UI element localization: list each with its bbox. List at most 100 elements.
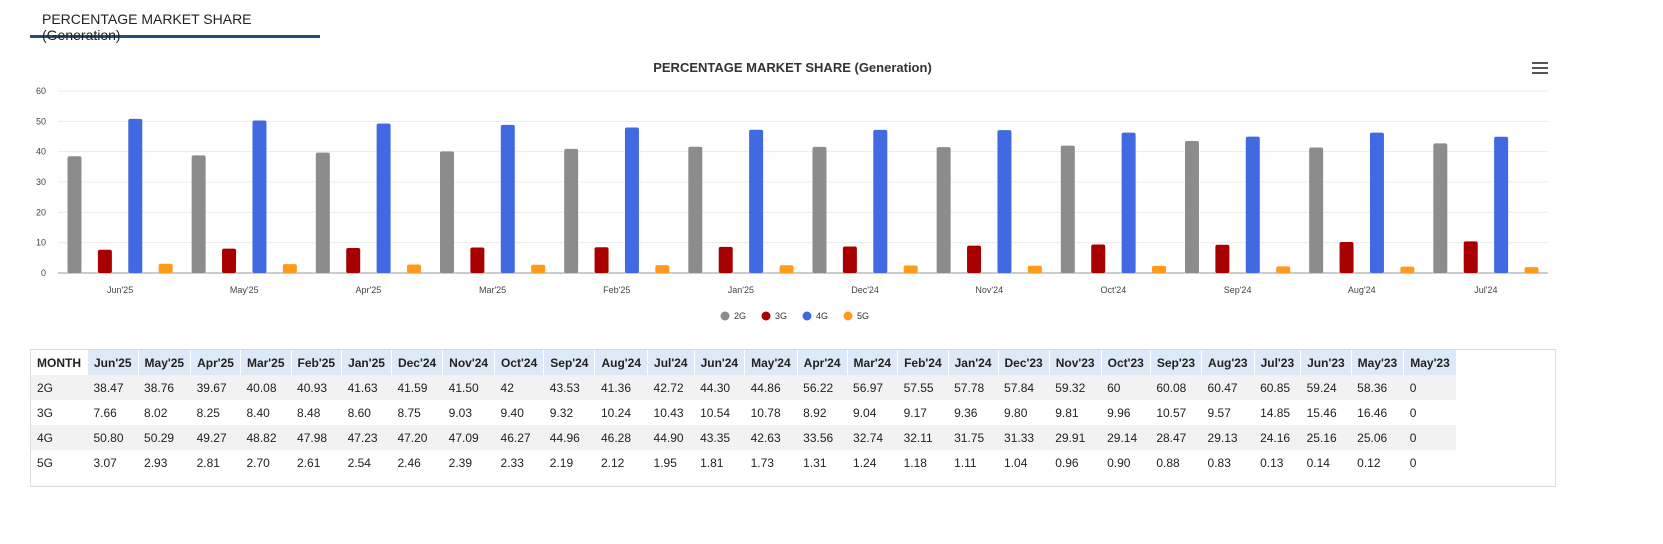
table-cell: 1.18 bbox=[897, 450, 949, 475]
bar-3g bbox=[842, 246, 857, 273]
table-cell: 57.78 bbox=[948, 375, 999, 400]
table-header-cell: Jun'23 bbox=[1300, 350, 1352, 375]
bar-2g bbox=[191, 155, 206, 273]
bar-5g bbox=[1276, 266, 1291, 273]
bar-5g bbox=[1524, 267, 1539, 273]
bar-4g bbox=[873, 129, 888, 273]
legend-label-5g: 5G bbox=[857, 311, 869, 321]
data-table-container: MONTH Jun'25 May'25 Apr'25 Mar'25 Feb'25 Jan'2… bbox=[30, 349, 1556, 487]
bar-3g bbox=[1339, 241, 1354, 273]
table-header-cell: Sep'24 bbox=[543, 350, 596, 375]
table-header-cell: Aug'24 bbox=[594, 350, 649, 375]
legend-label-3g: 3G bbox=[775, 311, 787, 321]
table-cell: 2.46 bbox=[391, 450, 443, 475]
table-cell: 59.32 bbox=[1049, 375, 1102, 400]
y-tick-label: 10 bbox=[36, 238, 46, 248]
table-cell: 29.14 bbox=[1101, 425, 1151, 450]
table-cell: 46.28 bbox=[594, 425, 648, 450]
table-cell: 2.39 bbox=[442, 450, 495, 475]
x-tick-label: Jun'25 bbox=[107, 285, 133, 295]
table-header-cell: Apr'25 bbox=[190, 350, 241, 375]
table-cell: 41.50 bbox=[442, 375, 495, 400]
table-cell: 14.85 bbox=[1254, 400, 1301, 425]
hamburger-menu-icon[interactable] bbox=[1532, 62, 1548, 74]
table-header-cell: Feb'24 bbox=[897, 350, 949, 375]
legend-marker-2g bbox=[720, 311, 730, 321]
bar-5g bbox=[158, 263, 173, 273]
table-header-cell: Aug'23 bbox=[1201, 350, 1255, 375]
table-cell: 60 bbox=[1101, 375, 1151, 400]
table-header-cell: Jul'24 bbox=[647, 350, 695, 375]
table-cell: 9.57 bbox=[1201, 400, 1255, 425]
table-cell: 31.33 bbox=[998, 425, 1050, 450]
bar-5g bbox=[531, 264, 546, 273]
x-tick-label: May'25 bbox=[230, 285, 259, 295]
table-cell: 2.19 bbox=[543, 450, 595, 475]
table-cell: 38.47 bbox=[87, 375, 139, 400]
table-header-cell: Jun'25 bbox=[87, 350, 139, 375]
table-cell: 42.72 bbox=[647, 375, 695, 400]
table-cell: 2.33 bbox=[494, 450, 544, 475]
table-cell: 9.96 bbox=[1101, 400, 1151, 425]
y-tick-label: 60 bbox=[36, 86, 46, 96]
table-cell: 57.55 bbox=[897, 375, 949, 400]
table-cell: 60.85 bbox=[1254, 375, 1301, 400]
bar-3g bbox=[718, 246, 733, 273]
table-cell: 44.96 bbox=[543, 425, 595, 450]
bar-4g bbox=[624, 127, 639, 273]
table-header-cell: May'24 bbox=[744, 350, 798, 375]
bar-4g bbox=[1369, 132, 1384, 273]
table-header-cell: Jan'24 bbox=[948, 350, 999, 375]
table-cell: 40.93 bbox=[291, 375, 342, 400]
bar-3g bbox=[346, 247, 361, 273]
x-tick-label: Aug'24 bbox=[1348, 285, 1376, 295]
bar-4g bbox=[252, 120, 267, 273]
y-tick-label: 0 bbox=[41, 268, 46, 278]
table-header-row: MONTH Jun'25 May'25 Apr'25 Mar'25 Feb'25 Jan'2… bbox=[31, 350, 1457, 375]
bar-5g bbox=[1027, 265, 1042, 273]
table-cell: 44.90 bbox=[647, 425, 695, 450]
table-cell: 47.20 bbox=[391, 425, 443, 450]
table-cell: 0.13 bbox=[1254, 450, 1301, 475]
table-cell: 32.11 bbox=[897, 425, 949, 450]
table-row-label: 3G bbox=[31, 400, 88, 425]
table-cell: 2.93 bbox=[138, 450, 191, 475]
table-header-cell: Dec'24 bbox=[391, 350, 444, 375]
table-header-cell: Sep'23 bbox=[1150, 350, 1203, 375]
table-cell: 31.75 bbox=[948, 425, 999, 450]
table-cell: 1.81 bbox=[694, 450, 745, 475]
bar-3g bbox=[97, 249, 112, 273]
y-tick-label: 30 bbox=[36, 177, 46, 187]
table-cell: 2.70 bbox=[240, 450, 292, 475]
table-cell: 9.80 bbox=[998, 400, 1050, 425]
bar-5g bbox=[1400, 266, 1415, 273]
y-tick-label: 40 bbox=[36, 147, 46, 157]
table-cell: 0.90 bbox=[1101, 450, 1151, 475]
table-cell: 3.07 bbox=[87, 450, 139, 475]
table-cell: 50.29 bbox=[138, 425, 191, 450]
table-cell: 0.88 bbox=[1150, 450, 1202, 475]
table-cell: 29.13 bbox=[1201, 425, 1255, 450]
tab-percentage-market-share[interactable]: PERCENTAGE MARKET SHARE (Generation) bbox=[30, 0, 320, 43]
table-header-cell: Oct'24 bbox=[494, 350, 545, 375]
table-cell: 41.63 bbox=[341, 375, 392, 400]
bar-2g bbox=[812, 146, 827, 273]
table-cell: 32.74 bbox=[847, 425, 898, 450]
table-cell: 16.46 bbox=[1351, 400, 1404, 425]
bar-4g bbox=[376, 123, 391, 273]
bar-3g bbox=[1091, 244, 1106, 273]
table-cell: 60.08 bbox=[1150, 375, 1202, 400]
table-row-label: 5G bbox=[31, 450, 88, 475]
table-cell: 40.08 bbox=[240, 375, 292, 400]
table-header-cell: Jul'23 bbox=[1254, 350, 1302, 375]
table-cell: 8.60 bbox=[341, 400, 392, 425]
bar-2g bbox=[1060, 145, 1075, 273]
bar-2g bbox=[67, 156, 82, 273]
chart-title: PERCENTAGE MARKET SHARE (Generation) bbox=[653, 60, 932, 75]
table-cell: 2.61 bbox=[291, 450, 342, 475]
table-row: 4G 50.80 50.29 49.27 48.82 47.98 47.23 47.20 47.… bbox=[31, 425, 1457, 450]
table-cell: 44.30 bbox=[694, 375, 745, 400]
bar-5g bbox=[407, 264, 422, 273]
table-cell: 24.16 bbox=[1254, 425, 1301, 450]
x-tick-label: Oct'24 bbox=[1101, 285, 1127, 295]
